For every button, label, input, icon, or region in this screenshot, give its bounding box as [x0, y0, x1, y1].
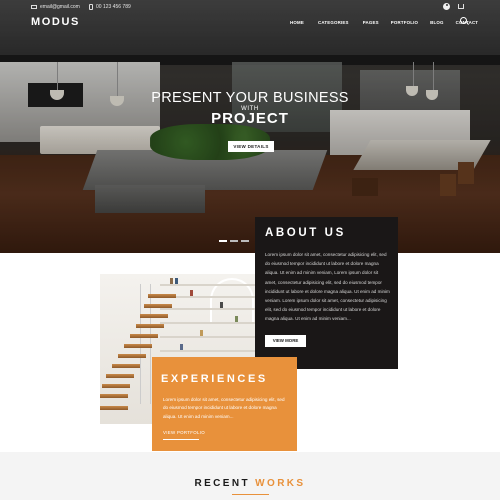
stair-step — [100, 406, 128, 410]
stair-step — [112, 364, 140, 368]
recent-works-underline — [232, 494, 269, 496]
mail-icon — [31, 5, 37, 9]
user-icon[interactable] — [443, 3, 450, 10]
book — [175, 278, 178, 284]
slider-dots — [219, 240, 249, 242]
slider-dot-active[interactable] — [219, 240, 227, 242]
stair-step — [140, 314, 168, 318]
experiences-card: EXPERIENCES Lorem ipsum dolor sit amet, … — [152, 357, 297, 451]
top-bar: email@gmail.com 00 123 456 789 MODUS HOM… — [0, 0, 500, 40]
recent-works-section — [0, 452, 500, 500]
hero-headline: PRESENT YOUR BUSINESS — [151, 90, 349, 106]
about-title: ABOUT US — [265, 227, 346, 239]
book — [200, 330, 203, 336]
experiences-text: Lorem ipsum dolor sit amet, consectetur … — [163, 397, 285, 419]
recent-works-title: RECENT WORKS — [0, 478, 500, 489]
book — [235, 316, 238, 322]
stair-step — [106, 374, 134, 378]
book — [190, 290, 193, 296]
search-icon[interactable] — [460, 17, 467, 24]
about-card: ABOUT US Lorem ipsum dolor sit amet, con… — [255, 217, 398, 369]
shelf — [160, 350, 255, 352]
nav-categories[interactable]: CATEGORIES — [318, 20, 349, 25]
cart-icon[interactable] — [458, 4, 464, 9]
stair-step — [148, 294, 176, 298]
shelf — [160, 336, 255, 338]
nav-portfolio[interactable]: PORTFOLIO — [391, 20, 418, 25]
book — [180, 344, 183, 350]
stair-step — [100, 394, 128, 398]
experiences-title: EXPERIENCES — [161, 373, 268, 385]
phone-text: 00 123 456 789 — [96, 4, 131, 10]
view-portfolio-link[interactable]: VIEW PORTFOLIO — [163, 430, 205, 440]
shelf — [160, 322, 255, 324]
slider-dot[interactable] — [230, 240, 238, 242]
view-more-button[interactable]: VIEW MORE — [265, 335, 306, 347]
phone-icon — [89, 4, 93, 10]
slider-dot[interactable] — [241, 240, 249, 242]
shelf — [160, 284, 255, 286]
recent-works-title-dark: RECENT — [194, 478, 256, 489]
view-details-button[interactable]: VIEW DETAILS — [228, 141, 274, 152]
nav-home[interactable]: HOME — [290, 20, 304, 25]
contact-email[interactable]: email@gmail.com — [31, 4, 80, 10]
shelf — [160, 308, 255, 310]
stair-step — [102, 384, 130, 388]
stair-step — [118, 354, 146, 358]
book — [220, 302, 223, 308]
hero-headline-strong: PROJECT — [211, 110, 289, 127]
email-text: email@gmail.com — [40, 4, 80, 10]
stair-step — [136, 324, 164, 328]
stair-step — [144, 304, 172, 308]
site-logo[interactable]: MODUS — [31, 16, 80, 28]
nav-blog[interactable]: BLOG — [430, 20, 443, 25]
nav-pages[interactable]: PAGES — [363, 20, 379, 25]
stair-step — [124, 344, 152, 348]
stair-step — [130, 334, 158, 338]
recent-works-title-accent: WORKS — [255, 478, 306, 489]
about-text: Lorem ipsum dolor sit amet, consectetur … — [265, 252, 390, 322]
contact-phone[interactable]: 00 123 456 789 — [89, 4, 131, 10]
book — [170, 278, 173, 284]
